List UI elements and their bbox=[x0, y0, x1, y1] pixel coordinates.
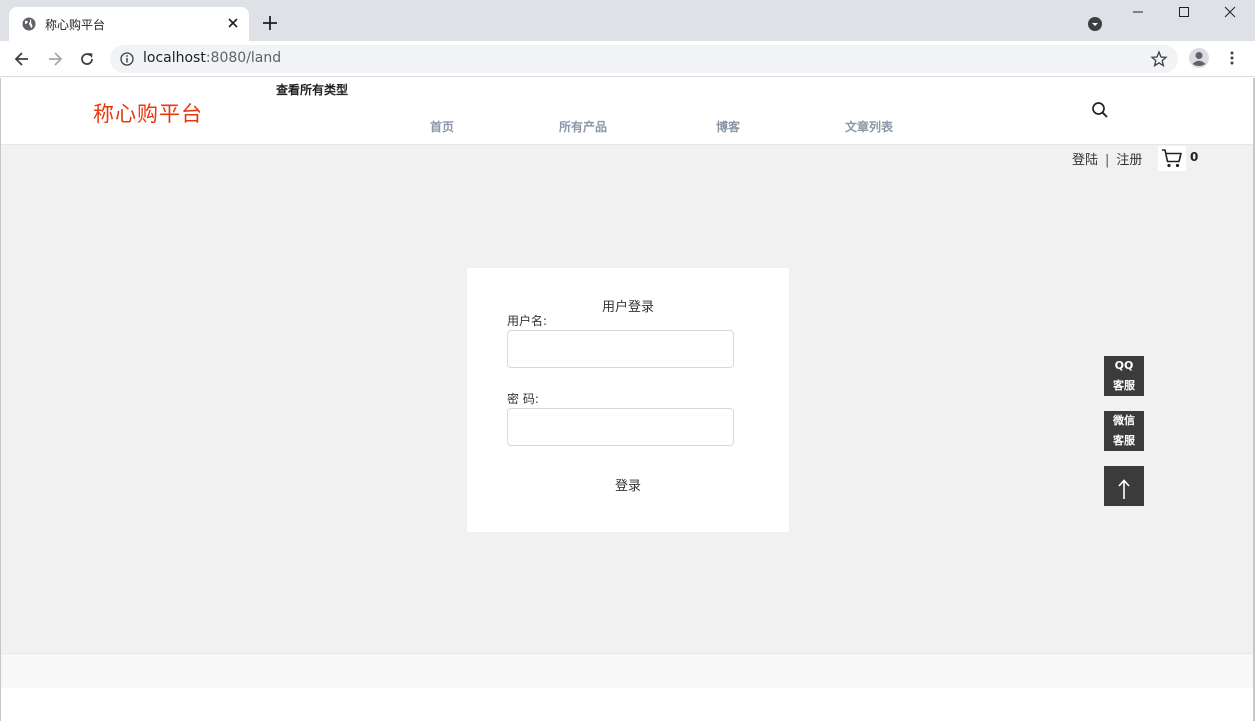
web-page: 称心购平台 查看所有类型 首页 所有产品 博客 文章列表 登陆 | 注册 0 用户登… bbox=[0, 78, 1255, 721]
browser-tab[interactable]: 称心购平台 bbox=[9, 7, 249, 41]
wechat-service-line-2: 客服 bbox=[1113, 434, 1135, 447]
new-tab-plus-icon[interactable] bbox=[261, 14, 279, 32]
address-bar[interactable]: localhost:8080/land bbox=[110, 45, 1178, 73]
qq-service-button[interactable]: QQ 客服 bbox=[1104, 356, 1144, 396]
account-avatar-icon[interactable] bbox=[1188, 47, 1210, 69]
browser-tabstrip: 称心购平台 bbox=[0, 0, 1255, 41]
url-text[interactable]: localhost:8080/land bbox=[143, 50, 281, 66]
cart-count: 0 bbox=[1190, 150, 1199, 164]
site-logo[interactable]: 称心购平台 bbox=[93, 98, 203, 128]
back-arrow-icon[interactable] bbox=[12, 49, 32, 69]
username-input[interactable] bbox=[507, 330, 734, 368]
info-icon[interactable] bbox=[120, 52, 134, 66]
site-footer bbox=[0, 653, 1255, 688]
qq-service-line-2: 客服 bbox=[1113, 379, 1135, 392]
login-card: 用户登录 用户名: 密 码: 登录 bbox=[467, 268, 789, 532]
search-icon[interactable] bbox=[1091, 101, 1109, 119]
back-to-top-button[interactable] bbox=[1104, 466, 1144, 506]
all-types-link[interactable]: 查看所有类型 bbox=[276, 81, 348, 98]
login-submit-button[interactable]: 登录 bbox=[598, 473, 658, 495]
qq-service-line-1: QQ bbox=[1114, 359, 1134, 372]
nav-home[interactable]: 首页 bbox=[430, 118, 454, 135]
nav-all-products[interactable]: 所有产品 bbox=[559, 118, 607, 135]
browser-toolbar: localhost:8080/land bbox=[0, 41, 1255, 77]
globe-icon bbox=[22, 17, 36, 31]
kebab-menu-icon[interactable] bbox=[1224, 50, 1240, 66]
link-separator: | bbox=[1105, 153, 1110, 168]
minimize-icon[interactable] bbox=[1132, 6, 1144, 18]
url-host: localhost bbox=[143, 50, 206, 66]
forward-arrow-icon[interactable] bbox=[45, 49, 65, 69]
window-close-icon[interactable] bbox=[1224, 6, 1236, 18]
close-icon[interactable] bbox=[225, 15, 241, 31]
reload-icon[interactable] bbox=[77, 49, 97, 69]
register-link[interactable]: 注册 bbox=[1116, 149, 1142, 168]
nav-article-list[interactable]: 文章列表 bbox=[845, 118, 893, 135]
wechat-service-button[interactable]: 微信 客服 bbox=[1104, 411, 1144, 451]
bookmark-star-icon[interactable] bbox=[1150, 50, 1168, 68]
wechat-service-line-1: 微信 bbox=[1113, 414, 1135, 427]
arrow-up-icon bbox=[1118, 479, 1130, 499]
nav-blog[interactable]: 博客 bbox=[716, 118, 740, 135]
maximize-icon[interactable] bbox=[1178, 6, 1190, 18]
user-links: 登陆 | 注册 bbox=[1072, 149, 1142, 168]
cart-button[interactable] bbox=[1158, 146, 1186, 171]
password-input[interactable] bbox=[507, 408, 734, 446]
site-header: 称心购平台 查看所有类型 首页 所有产品 博客 文章列表 bbox=[0, 78, 1255, 145]
username-label: 用户名: bbox=[507, 314, 548, 328]
shopping-cart-icon bbox=[1162, 149, 1182, 168]
tab-search-icon[interactable] bbox=[1087, 16, 1103, 32]
main-content: 登陆 | 注册 0 用户登录 用户名: 密 码: 登录 QQ 客服 微信 客服 bbox=[0, 145, 1255, 653]
window-border-left bbox=[0, 78, 1, 721]
login-link[interactable]: 登陆 bbox=[1072, 149, 1098, 168]
url-path: :8080/land bbox=[205, 50, 282, 66]
tab-title: 称心购平台 bbox=[45, 18, 106, 32]
password-label: 密 码: bbox=[507, 392, 539, 406]
